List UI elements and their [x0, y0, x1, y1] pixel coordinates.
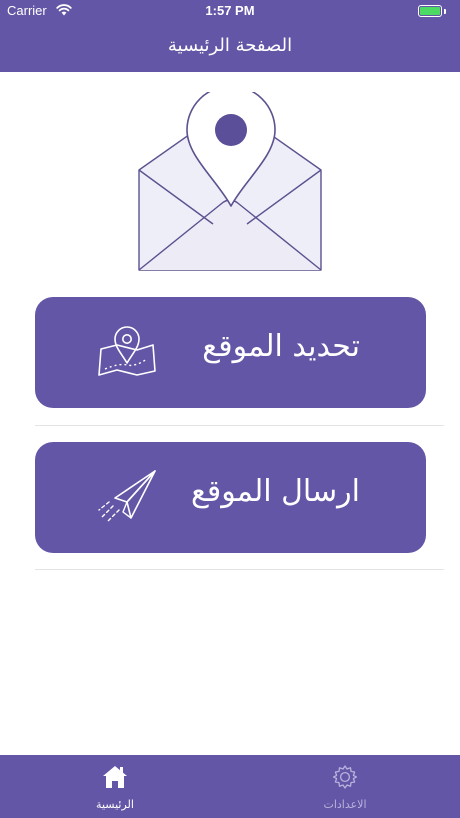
set-location-label: تحديد الموقع — [202, 329, 360, 364]
tab-settings[interactable]: الاعدادات — [285, 755, 405, 818]
battery-icon — [418, 5, 442, 17]
tab-home[interactable]: الرئيسية — [55, 755, 175, 818]
divider — [35, 425, 444, 426]
tab-home-label: الرئيسية — [96, 798, 134, 811]
battery-level — [420, 7, 440, 15]
page-title: الصفحة الرئيسية — [167, 35, 293, 56]
status-bar: Carrier 1:57 PM — [0, 0, 460, 22]
map-pin-icon — [98, 326, 156, 376]
set-location-button[interactable]: تحديد الموقع — [35, 297, 426, 408]
tab-bar: الرئيسية الاعدادات — [0, 755, 460, 818]
send-location-label: ارسال الموقع — [190, 474, 360, 509]
envelope-location-pin-icon — [138, 92, 322, 271]
divider — [35, 569, 444, 570]
battery-tip — [444, 9, 446, 14]
navigation-bar: الصفحة الرئيسية — [0, 22, 460, 72]
send-location-button[interactable]: ارسال الموقع — [35, 442, 426, 553]
clock: 1:57 PM — [205, 3, 255, 18]
gear-icon — [332, 765, 358, 789]
home-icon — [103, 766, 127, 788]
paper-plane-icon — [98, 470, 156, 523]
tab-settings-label: الاعدادات — [323, 798, 367, 811]
